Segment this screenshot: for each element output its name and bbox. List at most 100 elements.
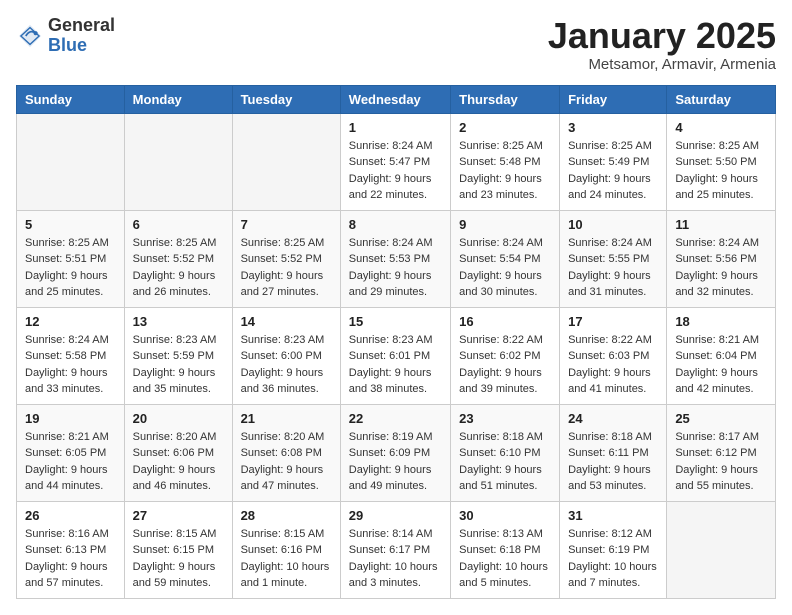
day-detail: Sunrise: 8:21 AM Sunset: 6:05 PM Dayligh… [25, 429, 116, 495]
day-detail: Sunrise: 8:25 AM Sunset: 5:52 PM Dayligh… [241, 235, 332, 301]
day-number: 29 [349, 508, 442, 523]
calendar-title: January 2025 [548, 16, 776, 56]
calendar-cell [17, 113, 125, 210]
day-detail: Sunrise: 8:15 AM Sunset: 6:16 PM Dayligh… [241, 526, 332, 592]
day-number: 15 [349, 314, 442, 329]
day-number: 18 [675, 314, 767, 329]
calendar-cell: 22 Sunrise: 8:19 AM Sunset: 6:09 PM Dayli… [340, 404, 450, 501]
day-number: 20 [133, 411, 224, 426]
day-number: 30 [459, 508, 551, 523]
day-number: 9 [459, 217, 551, 232]
calendar-cell: 30 Sunrise: 8:13 AM Sunset: 6:18 PM Dayli… [451, 501, 560, 598]
calendar-cell: 1 Sunrise: 8:24 AM Sunset: 5:47 PM Daylig… [340, 113, 450, 210]
title-section: January 2025 Metsamor, Armavir, Armenia [548, 16, 776, 73]
calendar-cell: 25 Sunrise: 8:17 AM Sunset: 6:12 PM Dayli… [667, 404, 776, 501]
day-number: 1 [349, 120, 442, 135]
calendar-cell: 23 Sunrise: 8:18 AM Sunset: 6:10 PM Dayli… [451, 404, 560, 501]
day-number: 28 [241, 508, 332, 523]
day-detail: Sunrise: 8:18 AM Sunset: 6:10 PM Dayligh… [459, 429, 551, 495]
day-number: 16 [459, 314, 551, 329]
week-row-5: 26 Sunrise: 8:16 AM Sunset: 6:13 PM Dayli… [17, 501, 776, 598]
day-number: 17 [568, 314, 658, 329]
day-detail: Sunrise: 8:13 AM Sunset: 6:18 PM Dayligh… [459, 526, 551, 592]
day-detail: Sunrise: 8:24 AM Sunset: 5:47 PM Dayligh… [349, 138, 442, 204]
week-row-1: 1 Sunrise: 8:24 AM Sunset: 5:47 PM Daylig… [17, 113, 776, 210]
day-number: 13 [133, 314, 224, 329]
day-detail: Sunrise: 8:14 AM Sunset: 6:17 PM Dayligh… [349, 526, 442, 592]
day-number: 7 [241, 217, 332, 232]
day-detail: Sunrise: 8:19 AM Sunset: 6:09 PM Dayligh… [349, 429, 442, 495]
weekday-header-thursday: Thursday [451, 85, 560, 113]
calendar-cell: 29 Sunrise: 8:14 AM Sunset: 6:17 PM Dayli… [340, 501, 450, 598]
calendar-cell: 18Sunrise: 8:21 AM Sunset: 6:04 PM Dayli… [667, 307, 776, 404]
day-number: 12 [25, 314, 116, 329]
day-detail: Sunrise: 8:23 AM Sunset: 6:01 PM Dayligh… [349, 332, 442, 398]
day-number: 2 [459, 120, 551, 135]
calendar-cell: 10Sunrise: 8:24 AM Sunset: 5:55 PM Dayli… [560, 210, 667, 307]
calendar-cell: 15 Sunrise: 8:23 AM Sunset: 6:01 PM Dayli… [340, 307, 450, 404]
calendar-cell: 17 Sunrise: 8:22 AM Sunset: 6:03 PM Dayli… [560, 307, 667, 404]
day-number: 11 [675, 217, 767, 232]
logo-blue-text: Blue [48, 36, 115, 56]
calendar-cell: 6 Sunrise: 8:25 AM Sunset: 5:52 PM Daylig… [124, 210, 232, 307]
logo-icon [16, 22, 44, 50]
day-detail: Sunrise: 8:25 AM Sunset: 5:49 PM Dayligh… [568, 138, 658, 204]
weekday-header-sunday: Sunday [17, 85, 125, 113]
day-number: 4 [675, 120, 767, 135]
weekday-header-tuesday: Tuesday [232, 85, 340, 113]
day-detail: Sunrise: 8:25 AM Sunset: 5:48 PM Dayligh… [459, 138, 551, 204]
calendar-table: SundayMondayTuesdayWednesdayThursdayFrid… [16, 85, 776, 599]
day-detail: Sunrise: 8:25 AM Sunset: 5:51 PM Dayligh… [25, 235, 116, 301]
day-detail: Sunrise: 8:25 AM Sunset: 5:52 PM Dayligh… [133, 235, 224, 301]
day-number: 21 [241, 411, 332, 426]
logo-text: General Blue [48, 16, 115, 56]
calendar-cell [124, 113, 232, 210]
day-detail: Sunrise: 8:24 AM Sunset: 5:56 PM Dayligh… [675, 235, 767, 301]
weekday-header-row: SundayMondayTuesdayWednesdayThursdayFrid… [17, 85, 776, 113]
day-number: 24 [568, 411, 658, 426]
day-detail: Sunrise: 8:22 AM Sunset: 6:02 PM Dayligh… [459, 332, 551, 398]
calendar-cell [667, 501, 776, 598]
day-detail: Sunrise: 8:17 AM Sunset: 6:12 PM Dayligh… [675, 429, 767, 495]
day-detail: Sunrise: 8:24 AM Sunset: 5:55 PM Dayligh… [568, 235, 658, 301]
day-detail: Sunrise: 8:12 AM Sunset: 6:19 PM Dayligh… [568, 526, 658, 592]
day-number: 26 [25, 508, 116, 523]
logo: General Blue [16, 16, 115, 56]
calendar-cell: 3 Sunrise: 8:25 AM Sunset: 5:49 PM Daylig… [560, 113, 667, 210]
day-number: 3 [568, 120, 658, 135]
weekday-header-friday: Friday [560, 85, 667, 113]
day-detail: Sunrise: 8:25 AM Sunset: 5:50 PM Dayligh… [675, 138, 767, 204]
day-number: 6 [133, 217, 224, 232]
calendar-cell: 20Sunrise: 8:20 AM Sunset: 6:06 PM Dayli… [124, 404, 232, 501]
calendar-cell: 16 Sunrise: 8:22 AM Sunset: 6:02 PM Dayli… [451, 307, 560, 404]
week-row-2: 5Sunrise: 8:25 AM Sunset: 5:51 PM Daylig… [17, 210, 776, 307]
calendar-cell: 2 Sunrise: 8:25 AM Sunset: 5:48 PM Daylig… [451, 113, 560, 210]
calendar-cell: 5Sunrise: 8:25 AM Sunset: 5:51 PM Daylig… [17, 210, 125, 307]
day-number: 23 [459, 411, 551, 426]
calendar-cell: 14 Sunrise: 8:23 AM Sunset: 6:00 PM Dayli… [232, 307, 340, 404]
calendar-body: 1 Sunrise: 8:24 AM Sunset: 5:47 PM Daylig… [17, 113, 776, 598]
header: General Blue January 2025 Metsamor, Arma… [16, 16, 776, 73]
day-number: 8 [349, 217, 442, 232]
day-detail: Sunrise: 8:23 AM Sunset: 6:00 PM Dayligh… [241, 332, 332, 398]
calendar-cell: 24Sunrise: 8:18 AM Sunset: 6:11 PM Dayli… [560, 404, 667, 501]
weekday-header-monday: Monday [124, 85, 232, 113]
calendar-cell: 7 Sunrise: 8:25 AM Sunset: 5:52 PM Daylig… [232, 210, 340, 307]
day-detail: Sunrise: 8:24 AM Sunset: 5:58 PM Dayligh… [25, 332, 116, 398]
day-detail: Sunrise: 8:22 AM Sunset: 6:03 PM Dayligh… [568, 332, 658, 398]
week-row-3: 12 Sunrise: 8:24 AM Sunset: 5:58 PM Dayli… [17, 307, 776, 404]
calendar-cell: 21Sunrise: 8:20 AM Sunset: 6:08 PM Dayli… [232, 404, 340, 501]
day-detail: Sunrise: 8:16 AM Sunset: 6:13 PM Dayligh… [25, 526, 116, 592]
calendar-cell: 8Sunrise: 8:24 AM Sunset: 5:53 PM Daylig… [340, 210, 450, 307]
day-number: 14 [241, 314, 332, 329]
calendar-cell: 12 Sunrise: 8:24 AM Sunset: 5:58 PM Dayli… [17, 307, 125, 404]
calendar-subtitle: Metsamor, Armavir, Armenia [548, 56, 776, 73]
calendar-cell: 9Sunrise: 8:24 AM Sunset: 5:54 PM Daylig… [451, 210, 560, 307]
weekday-header-wednesday: Wednesday [340, 85, 450, 113]
day-number: 25 [675, 411, 767, 426]
weekday-header-saturday: Saturday [667, 85, 776, 113]
calendar-cell: 31Sunrise: 8:12 AM Sunset: 6:19 PM Dayli… [560, 501, 667, 598]
day-number: 19 [25, 411, 116, 426]
day-number: 22 [349, 411, 442, 426]
logo-general-text: General [48, 16, 115, 36]
